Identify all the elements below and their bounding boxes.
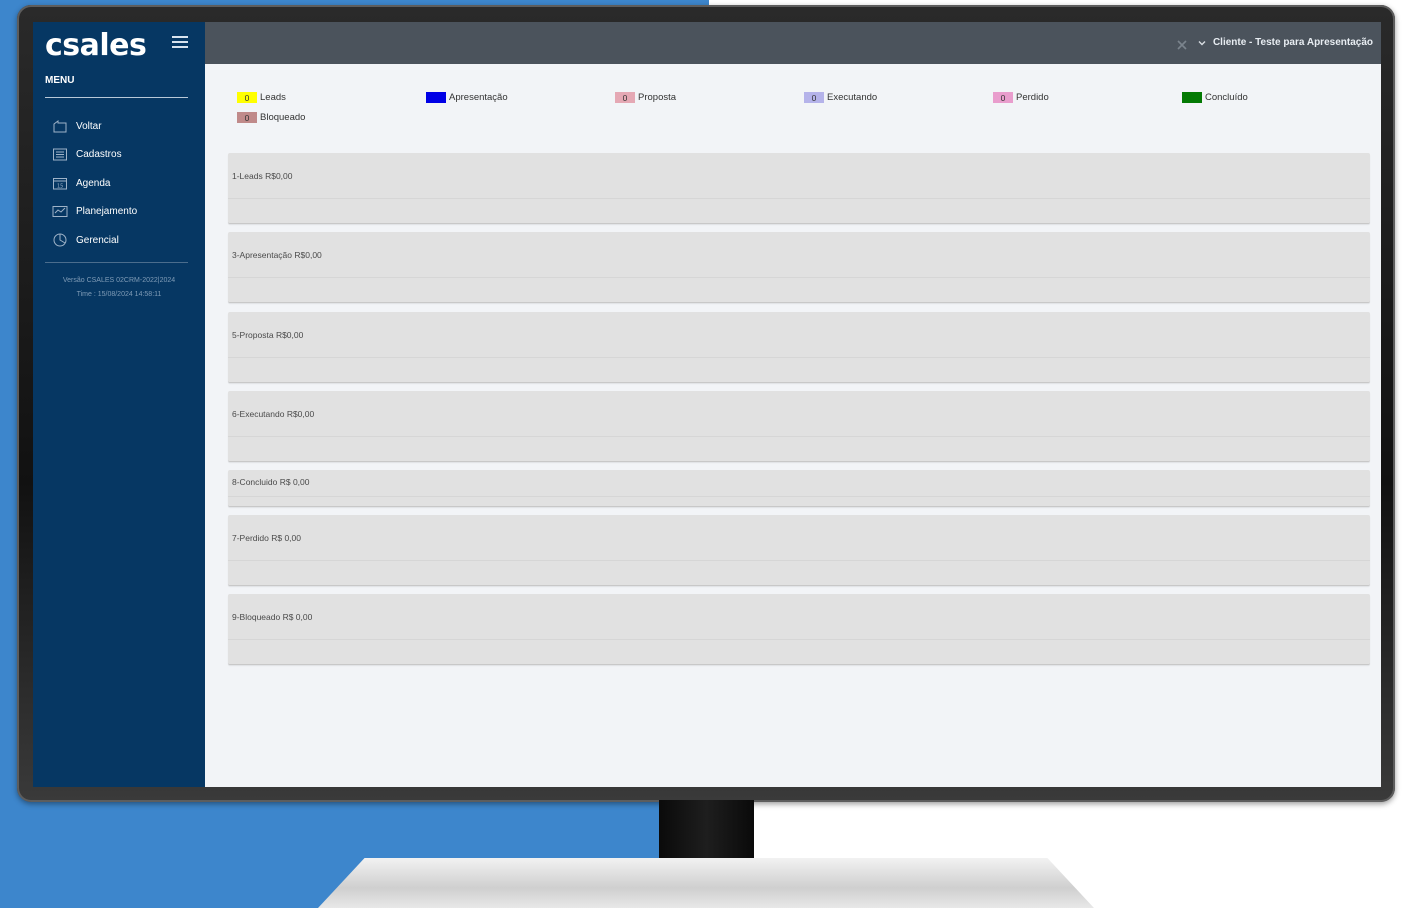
stage-divider (228, 198, 1370, 199)
stage-title: 8-Concluido R$ 0,00 (232, 477, 310, 487)
stage-divider (228, 496, 1370, 497)
stage-title: 5-Proposta R$0,00 (232, 330, 304, 340)
legend-label: Proposta (638, 92, 677, 103)
stage-title: 6-Executando R$0,00 (232, 409, 315, 419)
legend-item-proposta[interactable]: 0 Proposta (615, 92, 676, 103)
sidebar-item-gerencial[interactable]: Gerencial (33, 226, 205, 255)
stage-divider (228, 436, 1370, 437)
legend-item-leads[interactable]: 0 Leads (237, 92, 286, 103)
stage-panel-concluido[interactable]: 8-Concluido R$ 0,00 (228, 470, 1370, 507)
menu-divider (45, 97, 188, 98)
legend-item-perdido[interactable]: 0 Perdido (993, 92, 1049, 103)
legend-label: Leads (260, 92, 286, 103)
stage-title: 9-Bloqueado R$ 0,00 (232, 612, 313, 622)
stage-panel-proposta[interactable]: 5-Proposta R$0,00 (228, 312, 1370, 383)
stage-title: 1-Leads R$0,00 (232, 171, 293, 181)
stage-panel-perdido[interactable]: 7-Perdido R$ 0,00 (228, 515, 1370, 586)
stage-divider (228, 277, 1370, 278)
version-text: Versão CSALES 02CRM-2022|2024 (62, 277, 176, 284)
planning-icon (52, 205, 68, 218)
back-icon (52, 119, 68, 133)
legend-label: Perdido (1016, 92, 1049, 103)
client-selector[interactable]: Cliente - Teste para Apresentação (1213, 37, 1373, 48)
monitor-stand-neck (659, 800, 754, 862)
legend-label: Bloqueado (260, 112, 306, 123)
sidebar-item-planejamento[interactable]: Planejamento (33, 198, 205, 227)
legend-count-badge: 0 (237, 112, 257, 123)
legend-count-badge: 0 (615, 92, 635, 103)
pie-chart-icon (52, 233, 68, 247)
version-divider (45, 262, 188, 263)
legend-item-apresentacao[interactable]: 0 Apresentação (426, 92, 508, 103)
sidebar-item-label: Agenda (76, 177, 111, 189)
chevron-down-icon[interactable] (1197, 35, 1207, 46)
stage-title: 3-Apresentação R$0,00 (232, 250, 322, 260)
app-screen: csales MENU Voltar Cadastros 15 Agenda P… (33, 22, 1381, 787)
sidebar-item-label: Gerencial (76, 234, 119, 246)
legend-count-badge: 0 (804, 92, 824, 103)
stage-panel-executando[interactable]: 6-Executando R$0,00 (228, 391, 1370, 462)
hamburger-menu-icon[interactable] (172, 36, 188, 48)
sidebar-item-label: Voltar (76, 120, 102, 132)
legend-item-bloqueado[interactable]: 0 Bloqueado (237, 112, 305, 123)
sidebar-item-agenda[interactable]: 15 Agenda (33, 169, 205, 198)
legend-label: Concluído (1205, 92, 1248, 103)
legend-count-badge: 0 (237, 92, 257, 103)
legend-count-badge: 0 (1182, 92, 1202, 103)
svg-text:15: 15 (57, 183, 63, 189)
legend-item-executando[interactable]: 0 Executando (804, 92, 877, 103)
stage-title: 7-Perdido R$ 0,00 (232, 533, 301, 543)
stage-divider (228, 560, 1370, 561)
legend-label: Apresentação (449, 92, 508, 103)
topbar: Cliente - Teste para Apresentação (205, 22, 1381, 64)
calendar-icon: 15 (52, 177, 68, 190)
legend-item-concluido[interactable]: 0 Concluído (1182, 92, 1248, 103)
version-time: Time : 15/08/2024 14:58:11 (76, 291, 162, 298)
stage-divider (228, 357, 1370, 358)
close-icon[interactable] (1177, 37, 1187, 50)
stage-panel-bloqueado[interactable]: 9-Bloqueado R$ 0,00 (228, 594, 1370, 665)
legend-label: Executando (827, 92, 878, 103)
menu-title: MENU (45, 75, 75, 86)
stage-panel-apresentacao[interactable]: 3-Apresentação R$0,00 (228, 232, 1370, 303)
sidebar: csales MENU Voltar Cadastros 15 Agenda P… (33, 22, 205, 787)
registry-icon (52, 148, 68, 161)
sidebar-menu: Voltar Cadastros 15 Agenda Planejamento (33, 112, 205, 255)
legend-count-badge: 0 (993, 92, 1013, 103)
sidebar-item-label: Planejamento (76, 206, 138, 218)
sidebar-item-label: Cadastros (76, 149, 122, 161)
status-legend: 0 Leads 0 Apresentação 0 Proposta 0 Exec… (237, 92, 1367, 132)
sidebar-item-cadastros[interactable]: Cadastros (33, 141, 205, 170)
monitor-stand-base (318, 858, 1094, 908)
csales-logo[interactable]: csales (45, 28, 147, 63)
stage-divider (228, 639, 1370, 640)
stage-panel-leads[interactable]: 1-Leads R$0,00 (228, 153, 1370, 224)
sidebar-item-voltar[interactable]: Voltar (33, 112, 205, 141)
version-info: Versão CSALES 02CRM-2022|2024 Time : 15/… (33, 274, 205, 302)
legend-count-badge: 0 (426, 92, 446, 103)
